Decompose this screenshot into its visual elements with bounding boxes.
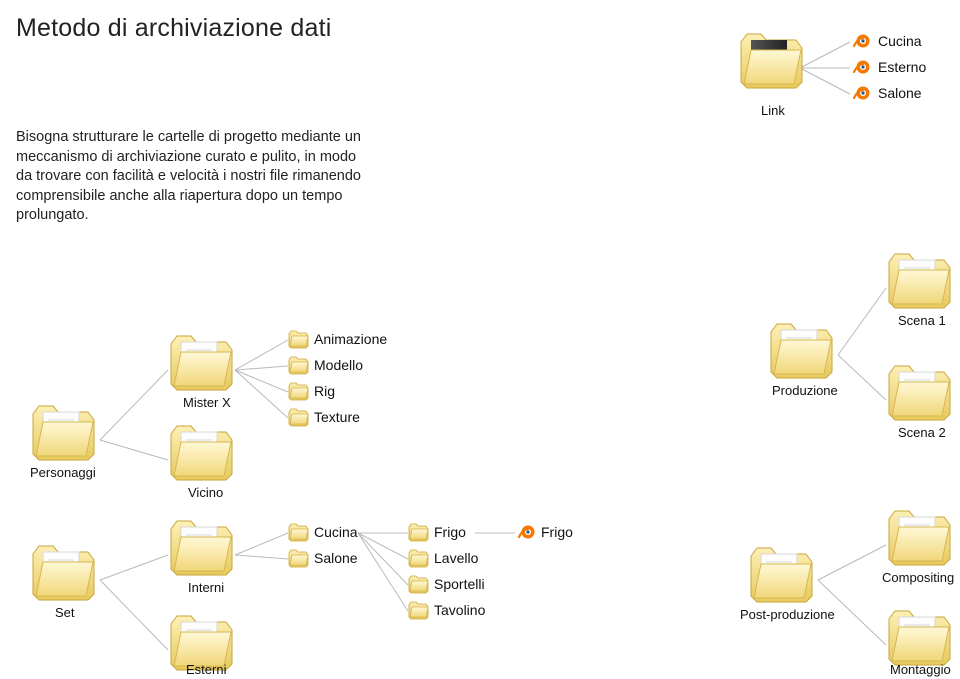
folder-icon [168,420,238,490]
compositing-label: Compositing [882,570,954,585]
folder-icon [168,515,238,585]
small-folder-icon [288,382,310,402]
interni-label: Interni [188,580,224,595]
kitchen-lavello: Lavello [434,550,478,566]
link-item-salone: Salone [878,85,922,101]
folder-icon [30,400,100,470]
kitchen-tavolino: Tavolino [434,602,485,618]
link-folder-icon [738,28,808,98]
page-title: Metodo di archiviazione dati [16,14,332,43]
folder-icon [748,542,818,612]
vicino-label: Vicino [188,485,223,500]
personaggi-label: Personaggi [30,465,96,480]
postprod-label: Post-produzione [740,607,835,622]
link-item-cucina: Cucina [878,33,922,49]
folder-icon [768,318,838,388]
montaggio-label: Montaggio [890,662,951,677]
small-folder-icon [288,330,310,350]
leaf-texture: Texture [314,409,360,425]
blender-icon [852,32,872,50]
misterx-label: Mister X [183,395,231,410]
small-folder-icon [408,549,430,569]
folder-icon [886,248,956,318]
folder-icon [168,330,238,400]
small-folder-icon [288,549,310,569]
blend-frigo: Frigo [541,524,573,540]
folder-icon [886,360,956,430]
small-folder-icon [408,601,430,621]
kitchen-frigo: Frigo [434,524,466,540]
link-label: Link [761,103,785,118]
small-folder-icon [408,575,430,595]
small-folder-icon [408,523,430,543]
scena1-label: Scena 1 [898,313,946,328]
leaf-rig: Rig [314,383,335,399]
blender-icon [517,523,537,541]
produzione-label: Produzione [772,383,838,398]
kitchen-sportelli: Sportelli [434,576,485,592]
small-folder-icon [288,408,310,428]
blender-icon [852,84,872,102]
folder-icon [886,505,956,575]
small-folder-icon [288,356,310,376]
blender-icon [852,58,872,76]
small-folder-icon [288,523,310,543]
leaf-animazione: Animazione [314,331,387,347]
set-label: Set [55,605,75,620]
leaf-modello: Modello [314,357,363,373]
folder-icon [30,540,100,610]
esterni-label: Esterni [186,662,226,677]
intro-paragraph: Bisogna strutturare le cartelle di proge… [16,128,366,226]
scena2-label: Scena 2 [898,425,946,440]
room-salone: Salone [314,550,358,566]
room-cucina: Cucina [314,524,358,540]
link-item-esterno: Esterno [878,59,926,75]
